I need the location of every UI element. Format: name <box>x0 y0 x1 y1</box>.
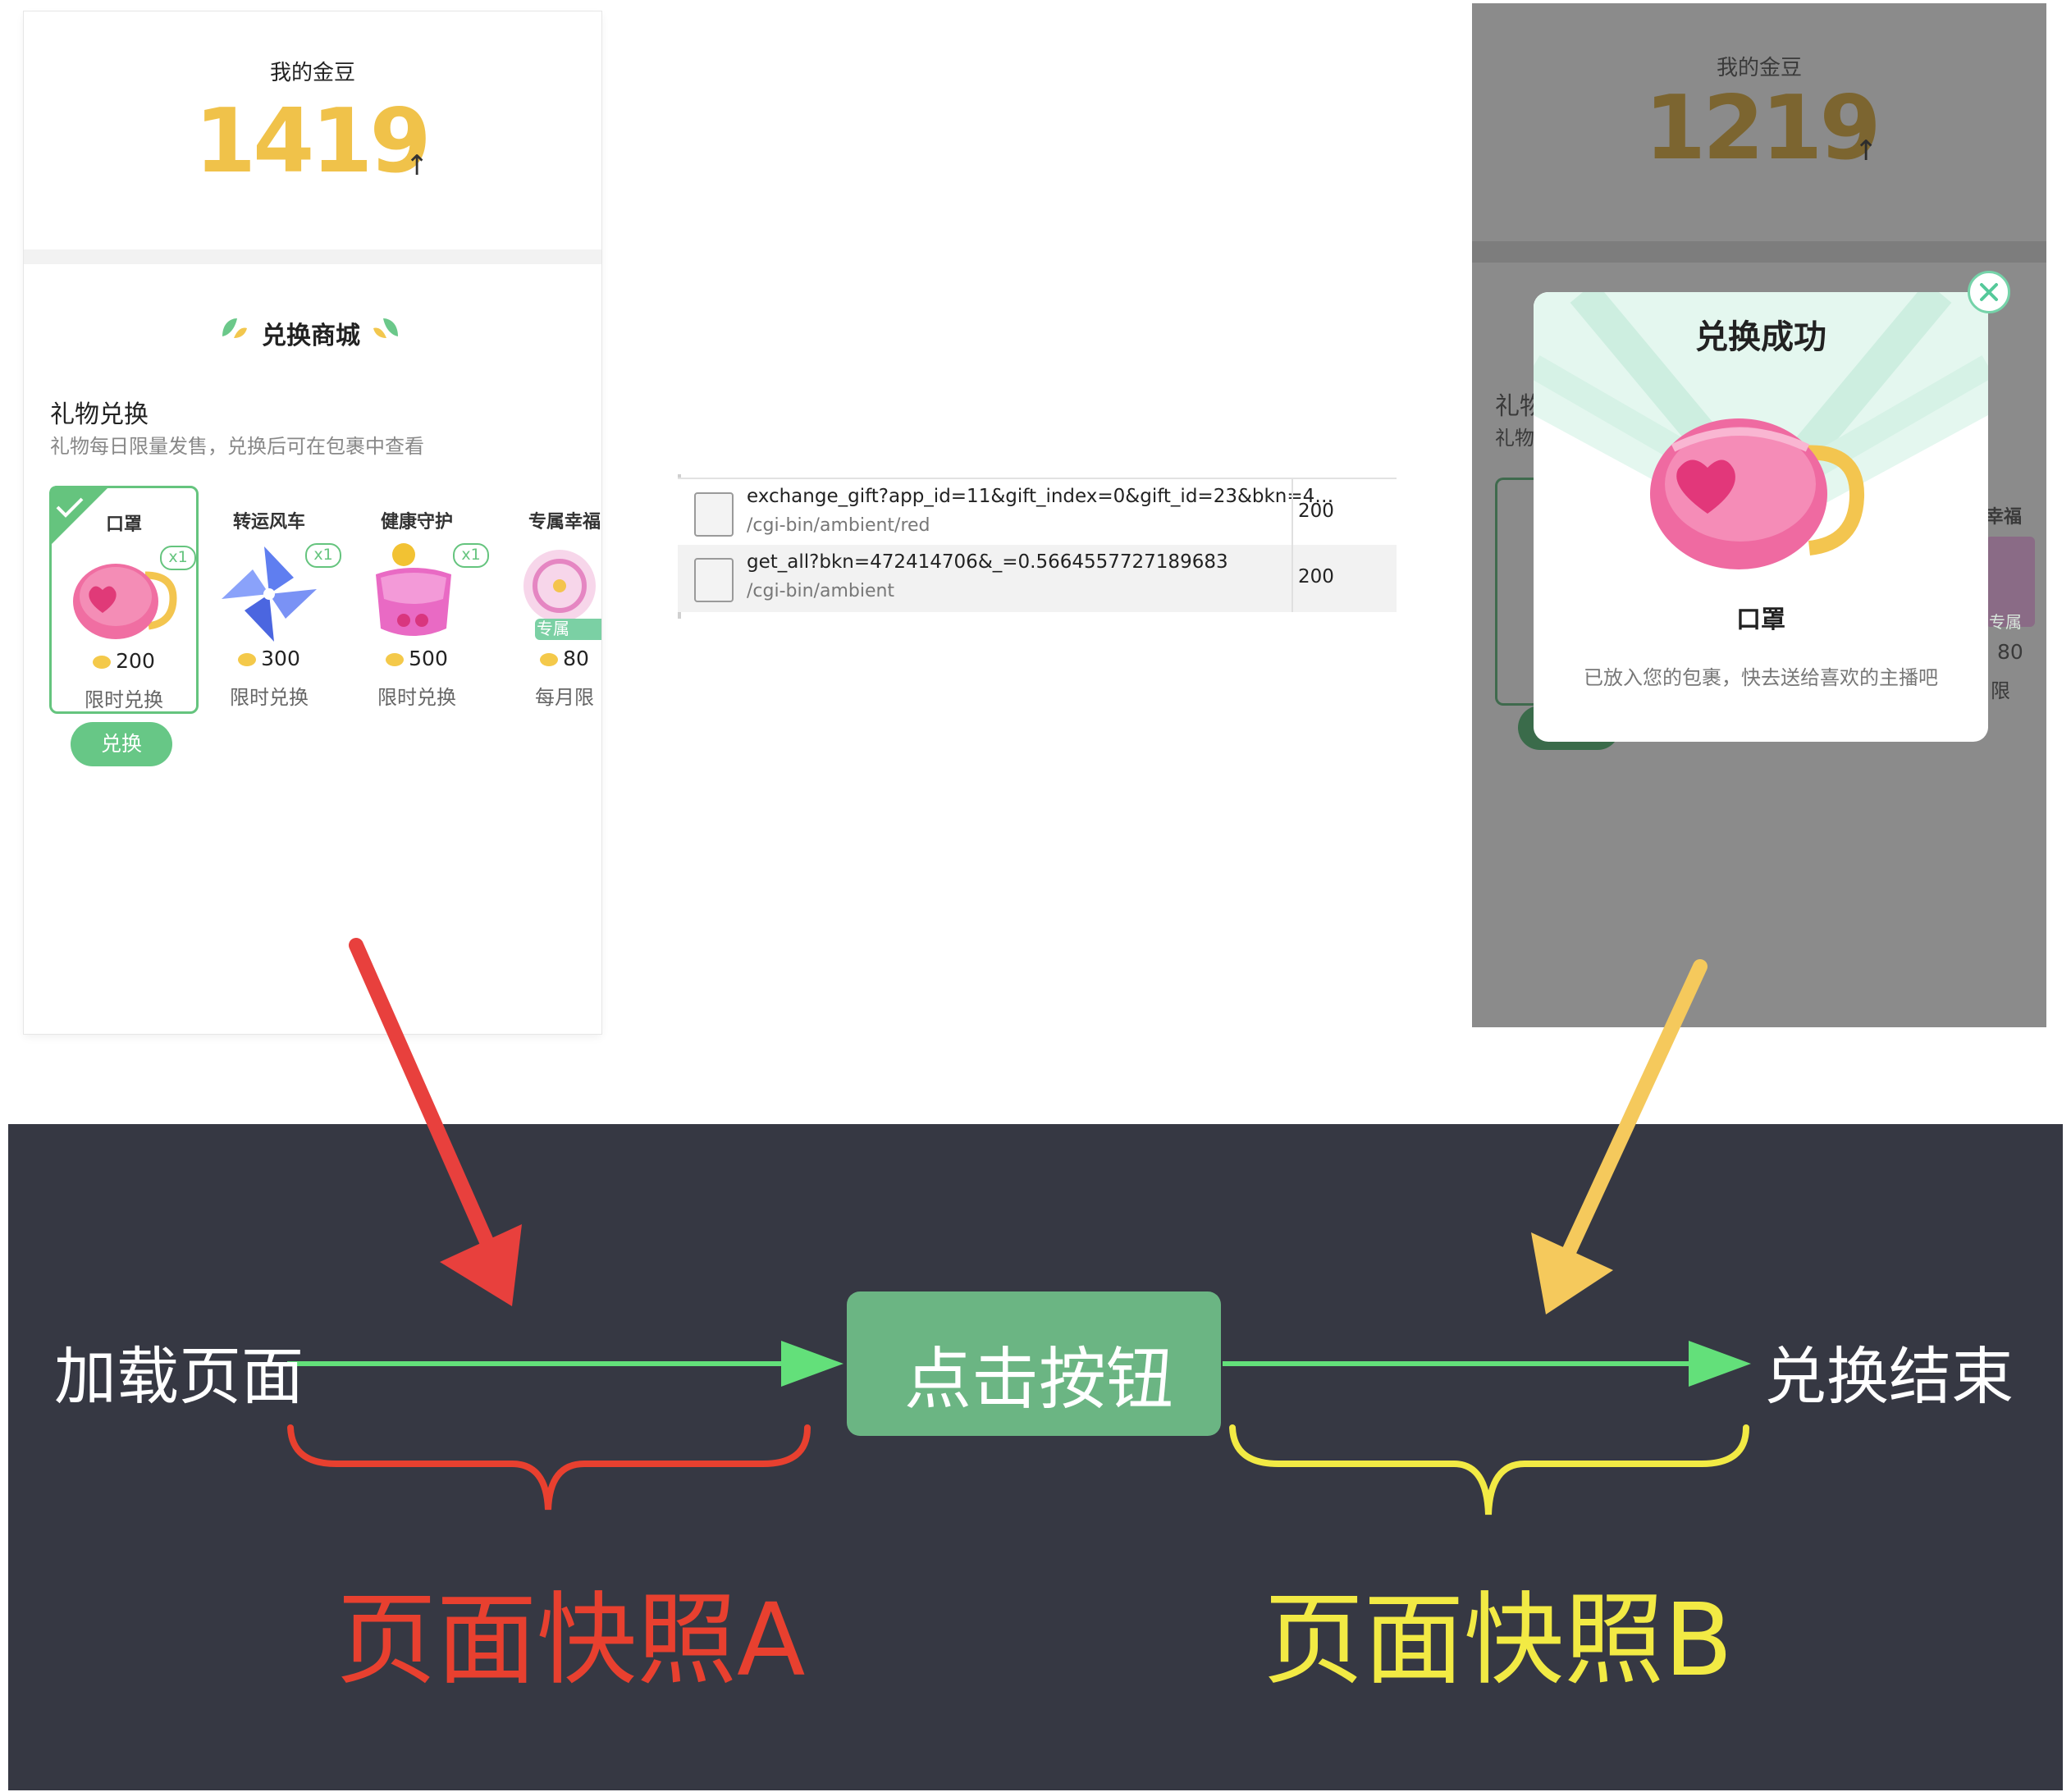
brace-a <box>287 1424 811 1511</box>
pointer-arrow-a <box>349 938 522 1306</box>
flow-step-load-page: 加载页面 <box>54 1340 304 1413</box>
brace-b <box>1229 1424 1749 1515</box>
flow-step-exchange-end: 兑换结束 <box>1764 1340 2014 1413</box>
pointer-arrow-b <box>1531 959 1708 1314</box>
flow-step-click-button: 点击按钮 <box>847 1291 1221 1436</box>
snapshot-a-label: 页面快照A <box>336 1582 806 1698</box>
flow-diagram-lines <box>287 938 1751 1515</box>
flow-step-click-button-label: 点击按钮 <box>904 1341 1174 1419</box>
flow-arrowhead-action <box>781 1341 843 1387</box>
snapshot-b-label: 页面快照B <box>1264 1582 1733 1698</box>
flow-arrowhead-end <box>1689 1341 1751 1387</box>
